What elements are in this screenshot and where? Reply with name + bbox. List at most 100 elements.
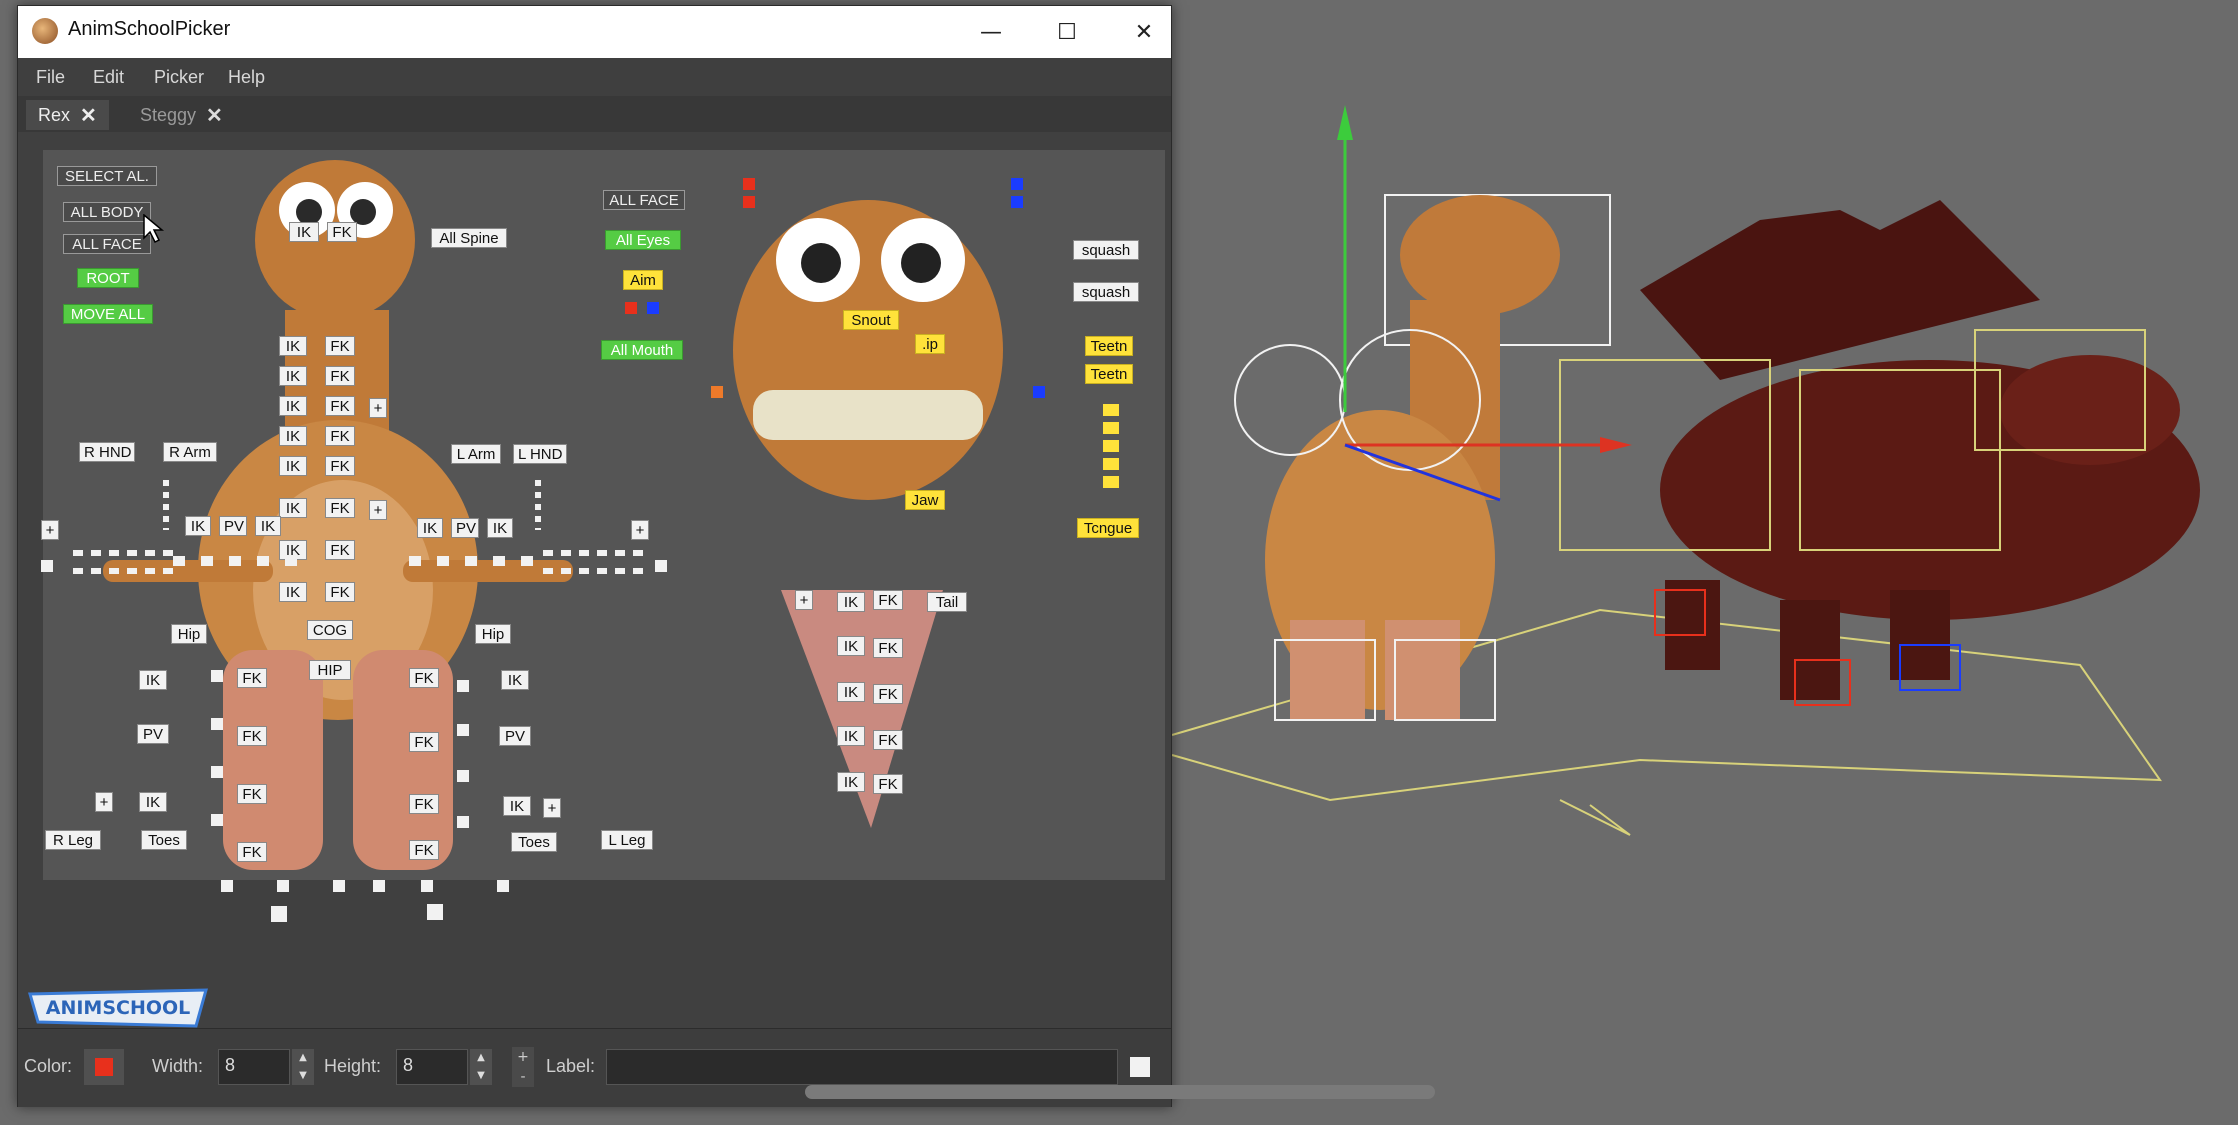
spine-fk-button[interactable]: FK — [325, 366, 355, 386]
l-leg-plus-button[interactable]: + — [543, 798, 561, 818]
head-fk-button[interactable]: FK — [327, 222, 357, 242]
spine-ik-button[interactable]: IK — [279, 366, 307, 386]
hip-button[interactable]: HIP — [309, 660, 351, 680]
maximize-button[interactable]: ☐ — [1031, 6, 1103, 58]
l-arm-fk-chain[interactable] — [409, 556, 549, 566]
tab-close-icon[interactable]: ✕ — [206, 103, 223, 128]
r-arm-fk-chain[interactable] — [173, 556, 313, 566]
picker-canvas[interactable]: SELECT AL. ALL BODY ALL FACE ROOT MOVE A… — [41, 150, 1165, 880]
foot-control[interactable] — [277, 880, 289, 892]
foot-control[interactable] — [421, 880, 433, 892]
spine-fk-button[interactable]: FK — [325, 396, 355, 416]
minimize-button[interactable]: — — [955, 6, 1027, 58]
l-leg-control[interactable] — [457, 770, 469, 782]
foot-control[interactable] — [497, 880, 509, 892]
l-arm-fk-chain[interactable] — [543, 568, 643, 574]
ground-control-wire-2[interactable] — [1559, 799, 1631, 836]
foot-control[interactable] — [333, 880, 345, 892]
r-finger-chain[interactable] — [163, 480, 169, 530]
select-all-button[interactable]: SELECT AL. — [57, 166, 157, 186]
r-leg-ik-button[interactable]: IK — [139, 792, 167, 812]
height-input[interactable]: 8 — [396, 1049, 468, 1085]
spine-ik-button[interactable]: IK — [279, 426, 307, 446]
l-finger-chain[interactable] — [535, 480, 541, 530]
spine-fk-button[interactable]: FK — [325, 582, 355, 602]
l-leg-ik-button[interactable]: IK — [503, 796, 531, 816]
steggy-leg[interactable] — [1665, 580, 1720, 670]
add-remove-stepper[interactable]: + - — [512, 1047, 534, 1087]
squash-button-1[interactable]: squash — [1073, 240, 1139, 260]
tail-button[interactable]: Tail — [927, 592, 967, 612]
l-leg-fk-button[interactable]: FK — [409, 732, 439, 752]
spine-fk-button[interactable]: FK — [325, 426, 355, 446]
add-button[interactable]: + — [512, 1047, 534, 1067]
tail-ik-button[interactable]: IK — [837, 592, 865, 612]
color-swatch-button[interactable] — [84, 1049, 124, 1085]
r-arm-fk-chain[interactable] — [73, 568, 173, 574]
tail-ik-button[interactable]: IK — [837, 772, 865, 792]
r-leg-ik-button[interactable]: IK — [139, 670, 167, 690]
move-manipulator-x-arrow[interactable] — [1600, 437, 1632, 453]
l-eye-aim-control[interactable] — [647, 302, 659, 314]
r-toes-button[interactable]: Toes — [141, 830, 187, 850]
l-arm-button[interactable]: L Arm — [451, 444, 501, 464]
r-leg-fk-button[interactable]: FK — [237, 726, 267, 746]
steggy-head[interactable] — [2000, 355, 2180, 465]
l-brow-control[interactable] — [1011, 178, 1023, 190]
foot-control[interactable] — [373, 880, 385, 892]
move-all-button[interactable]: MOVE ALL — [63, 304, 153, 324]
tail-fk-button[interactable]: FK — [873, 684, 903, 704]
r-leg-pv-button[interactable]: PV — [137, 724, 169, 744]
l-leg-pv-button[interactable]: PV — [499, 726, 531, 746]
jaw-button[interactable]: Jaw — [905, 490, 945, 510]
root-button[interactable]: ROOT — [77, 268, 139, 288]
all-spine-button[interactable]: All Spine — [431, 228, 507, 248]
all-face-button-left[interactable]: ALL FACE — [63, 234, 151, 254]
tab-steggy[interactable]: Steggy ✕ — [128, 100, 235, 130]
r-arm-ik-button[interactable]: IK — [185, 516, 211, 536]
finger-control[interactable] — [655, 560, 667, 572]
viewport-horizontal-scrollbar[interactable] — [805, 1085, 1435, 1099]
r-leg-plus-button[interactable]: + — [95, 792, 113, 812]
l-leg-ik-button[interactable]: IK — [501, 670, 529, 690]
rex-control-circle[interactable] — [1234, 344, 1346, 456]
head-ik-button[interactable]: IK — [289, 222, 319, 242]
l-arm-plus-button[interactable]: + — [631, 520, 649, 540]
r-foot-control[interactable] — [271, 906, 287, 922]
width-input[interactable]: 8 — [218, 1049, 290, 1085]
spine-fk-button[interactable]: FK — [325, 336, 355, 356]
l-leg-fk-button[interactable]: FK — [409, 840, 439, 860]
cog-button[interactable]: COG — [307, 620, 353, 640]
menu-edit[interactable]: Edit — [93, 67, 124, 88]
height-stepper[interactable]: ▲ ▼ — [470, 1049, 492, 1085]
tail-fk-button[interactable]: FK — [873, 638, 903, 658]
r-cheek-control[interactable] — [711, 386, 723, 398]
close-button[interactable]: ✕ — [1108, 6, 1180, 58]
tail-fk-button[interactable]: FK — [873, 774, 903, 794]
r-hand-button[interactable]: R HND — [79, 442, 135, 462]
spine-plus-button[interactable]: + — [369, 398, 387, 418]
l-hip-button[interactable]: Hip — [475, 624, 511, 644]
title-bar[interactable]: AnimSchoolPicker — ☐ ✕ — [18, 6, 1171, 58]
lip-button[interactable]: .ip — [915, 334, 945, 354]
finger-control[interactable] — [41, 560, 53, 572]
r-brow-control[interactable] — [743, 196, 755, 208]
spine-ik-button[interactable]: IK — [279, 582, 307, 602]
l-arm-pv-button[interactable]: PV — [451, 518, 479, 538]
menu-picker[interactable]: Picker — [154, 67, 204, 88]
r-leg-control[interactable] — [211, 670, 223, 682]
teeth-lower-button[interactable]: Teetn — [1085, 364, 1133, 384]
all-eyes-button[interactable]: All Eyes — [605, 230, 681, 250]
l-arm-fk-chain[interactable] — [543, 550, 643, 556]
all-mouth-button[interactable]: All Mouth — [601, 340, 683, 360]
tail-fk-button[interactable]: FK — [873, 590, 903, 610]
l-leg-control[interactable] — [457, 816, 469, 828]
l-leg-control[interactable] — [457, 680, 469, 692]
rex-leg[interactable] — [1290, 620, 1365, 720]
r-arm-plus-button[interactable]: + — [41, 520, 59, 540]
label-input[interactable] — [606, 1049, 1118, 1085]
l-arm-ik-button[interactable]: IK — [417, 518, 443, 538]
foot-control[interactable] — [221, 880, 233, 892]
rex-head[interactable] — [1400, 195, 1560, 315]
tongue-chain[interactable] — [1103, 404, 1119, 494]
